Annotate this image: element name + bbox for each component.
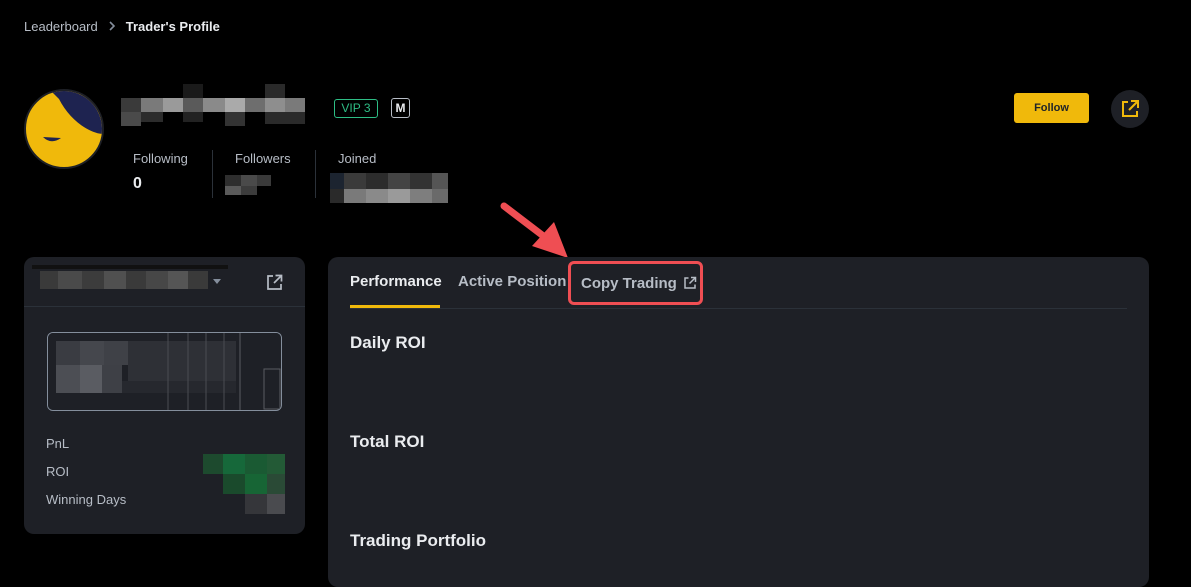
tab-performance[interactable]: Performance [350, 273, 442, 290]
following-count[interactable]: 0 [133, 175, 142, 193]
avatar [24, 89, 104, 169]
daily-roi-title: Daily ROI [350, 333, 426, 352]
external-link-icon[interactable] [266, 274, 283, 296]
trading-portfolio-title: Trading Portfolio [350, 531, 486, 550]
total-roi-title: Total ROI [350, 432, 425, 451]
vip-badge: VIP 3 [334, 99, 378, 118]
breadcrumb-current: Trader's Profile [125, 18, 220, 34]
tab-divider [350, 308, 1127, 309]
chevron-down-icon[interactable] [213, 279, 221, 284]
username-redacted [121, 84, 317, 130]
following-label: Following [133, 151, 188, 166]
follow-button[interactable]: Follow [1014, 93, 1089, 123]
breadcrumb: Leaderboard Trader's Profile [24, 17, 220, 35]
pnl-label: PnL [46, 436, 70, 451]
roi-label: ROI [46, 464, 70, 479]
share-button[interactable] [1111, 90, 1149, 128]
breadcrumb-leaderboard-link[interactable]: Leaderboard [24, 19, 98, 34]
tab-copy-trading-label: Copy Trading [581, 274, 677, 292]
pnl-chart-redacted [47, 332, 282, 411]
stat-divider [315, 150, 316, 198]
m-badge: M [391, 98, 410, 118]
performance-card: Performance Active Position Copy Trading… [328, 257, 1149, 587]
external-link-icon [683, 276, 697, 290]
followers-label: Followers [235, 151, 291, 166]
tab-active-position[interactable]: Active Position [458, 273, 566, 290]
winning-days-label: Winning Days [46, 492, 127, 507]
external-link-icon [1120, 99, 1140, 119]
card-divider [24, 306, 305, 307]
portfolio-selector-redacted[interactable] [32, 265, 228, 291]
joined-date-redacted [330, 173, 448, 205]
joined-label: Joined [338, 151, 377, 166]
metric-values-redacted [203, 454, 293, 518]
tab-copy-trading[interactable]: Copy Trading [568, 261, 703, 305]
followers-count-redacted [225, 175, 271, 197]
stat-divider [212, 150, 213, 198]
portfolio-summary-card: PnL ROI Winning Days [24, 257, 305, 534]
chevron-right-icon [108, 21, 116, 31]
